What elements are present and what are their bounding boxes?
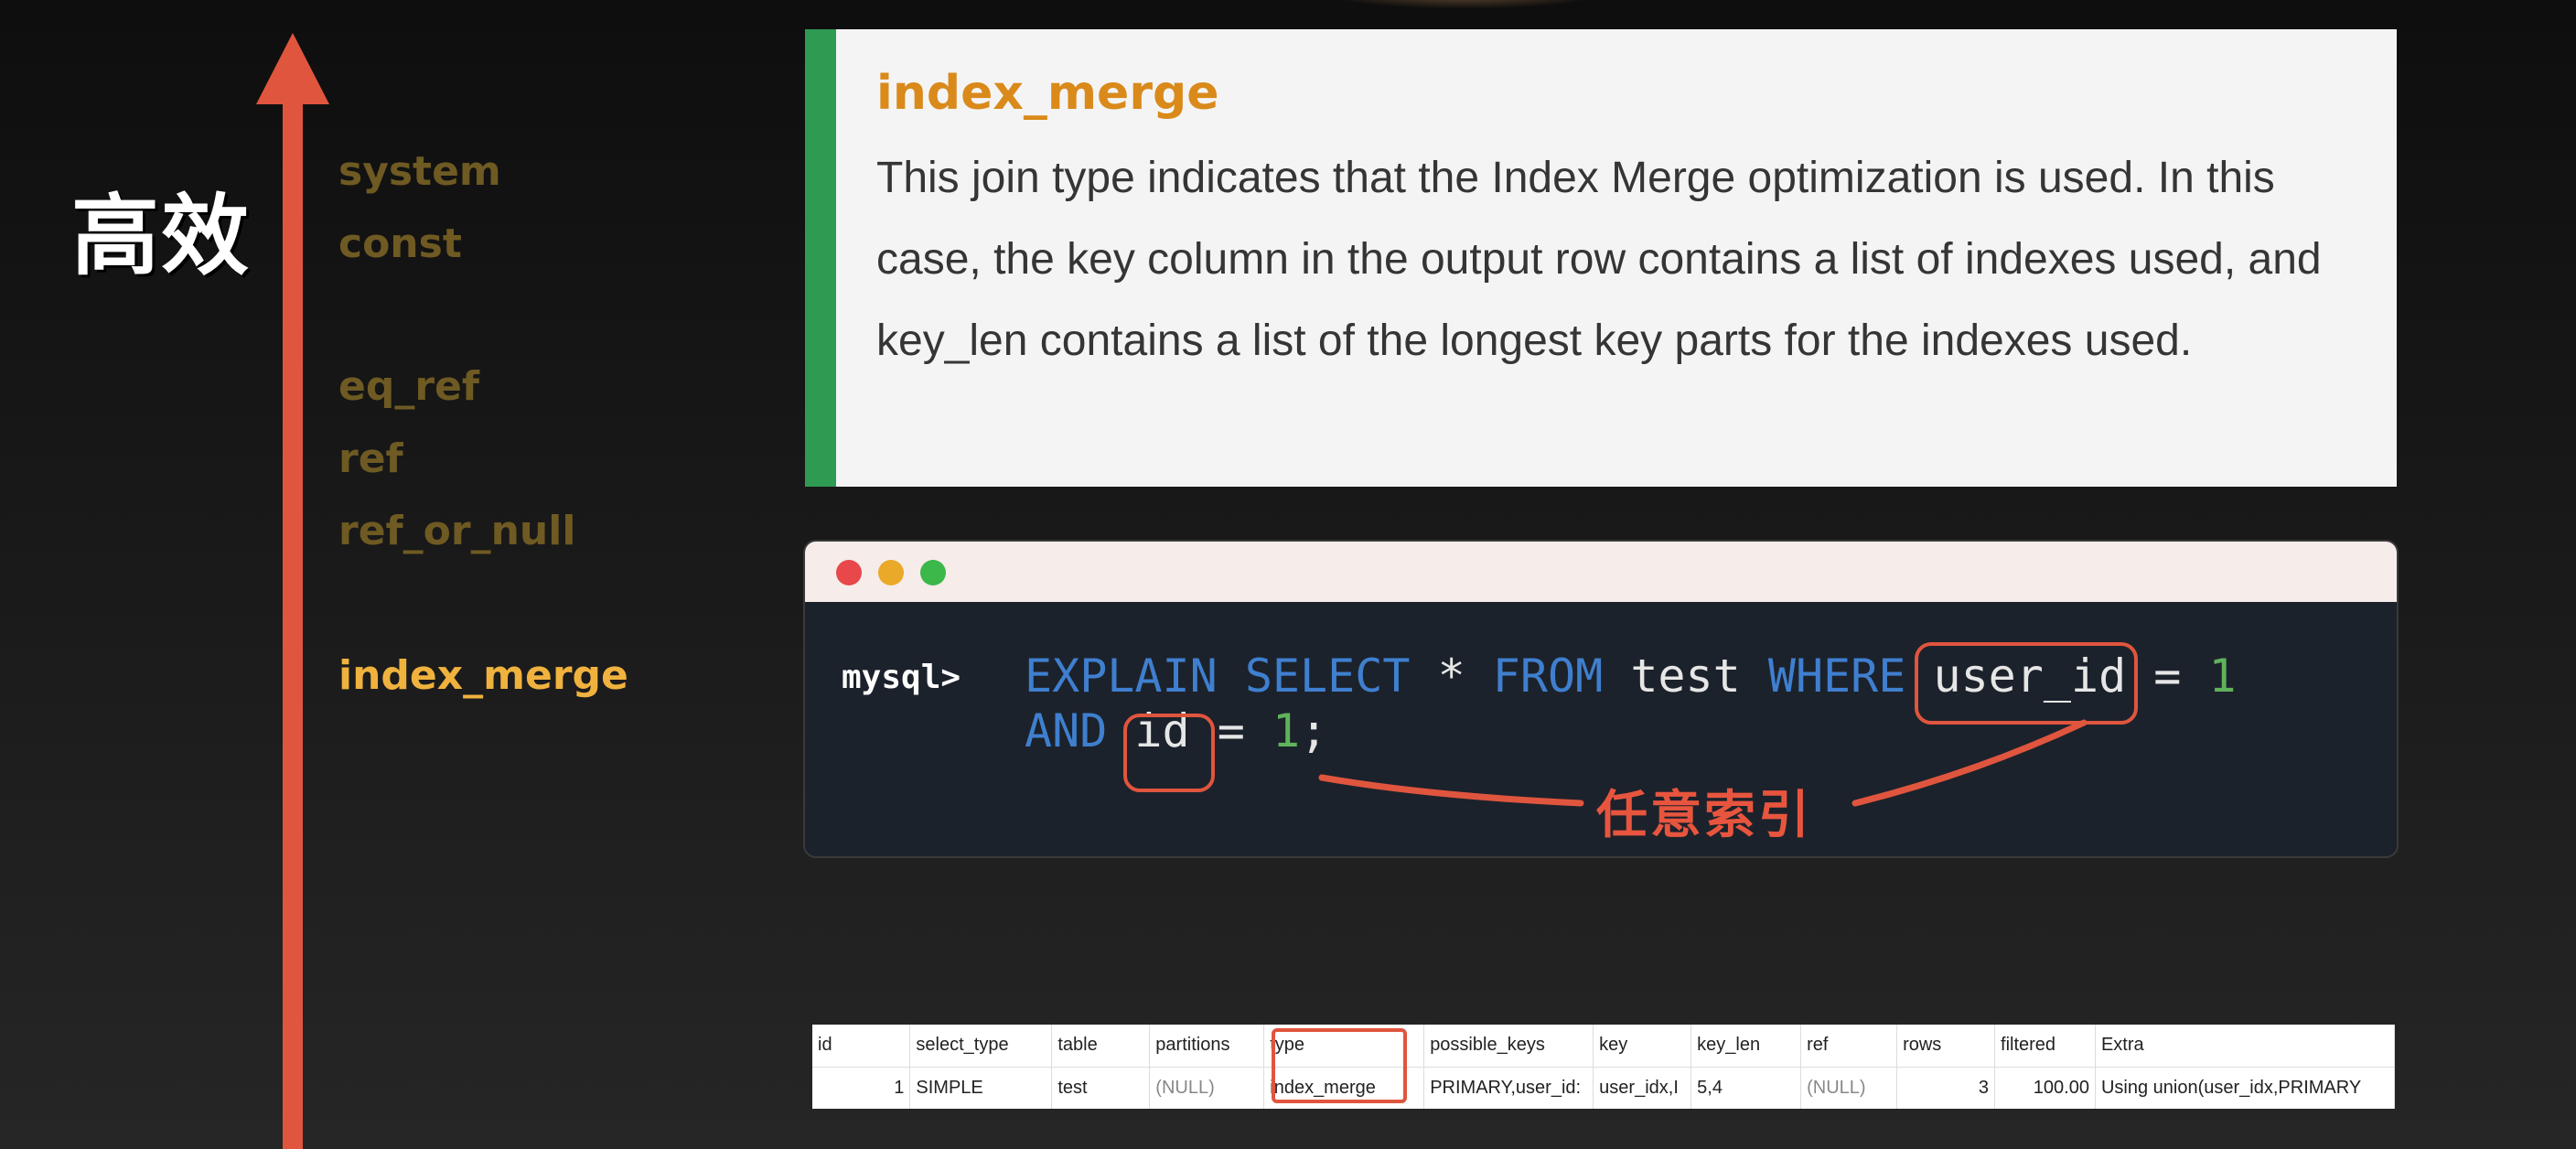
column-header[interactable]: ref: [1800, 1025, 1898, 1068]
table-cell: 100.00: [1994, 1067, 2096, 1109]
table-cell: 5,4: [1690, 1067, 1802, 1109]
column-header[interactable]: id: [812, 1025, 911, 1068]
table-cell-null: (NULL): [1800, 1067, 1898, 1109]
table-cell: 3: [1896, 1067, 1996, 1109]
table-cell: user_idx,I: [1593, 1067, 1692, 1109]
table-header-row: id select_type table partitions type pos…: [812, 1025, 2396, 1068]
column-header[interactable]: table: [1051, 1025, 1151, 1068]
table-cell: Using union(user_idx,PRIMARY: [2095, 1067, 2396, 1109]
column-header[interactable]: key: [1593, 1025, 1692, 1068]
explain-result-table: id select_type table partitions type pos…: [812, 1025, 2396, 1109]
table-row[interactable]: 1 SIMPLE test (NULL) index_merge PRIMARY…: [812, 1067, 2396, 1109]
column-header[interactable]: partitions: [1149, 1025, 1265, 1068]
type-column-highlight-box: [1272, 1028, 1407, 1103]
column-header[interactable]: select_type: [909, 1025, 1053, 1068]
column-header[interactable]: Extra: [2095, 1025, 2396, 1068]
column-header[interactable]: filtered: [1994, 1025, 2096, 1068]
table-cell-null: (NULL): [1149, 1067, 1265, 1109]
table-cell: SIMPLE: [909, 1067, 1053, 1109]
column-header[interactable]: rows: [1896, 1025, 1996, 1068]
table-cell: test: [1051, 1067, 1151, 1109]
table-cell: 1: [812, 1067, 911, 1109]
any-index-annotation: 任意索引: [1596, 786, 1812, 845]
annotation-arrows: [1318, 719, 2088, 807]
column-header[interactable]: possible_keys: [1423, 1025, 1594, 1068]
column-header[interactable]: key_len: [1690, 1025, 1802, 1068]
table-cell: PRIMARY,user_id:: [1423, 1067, 1594, 1109]
